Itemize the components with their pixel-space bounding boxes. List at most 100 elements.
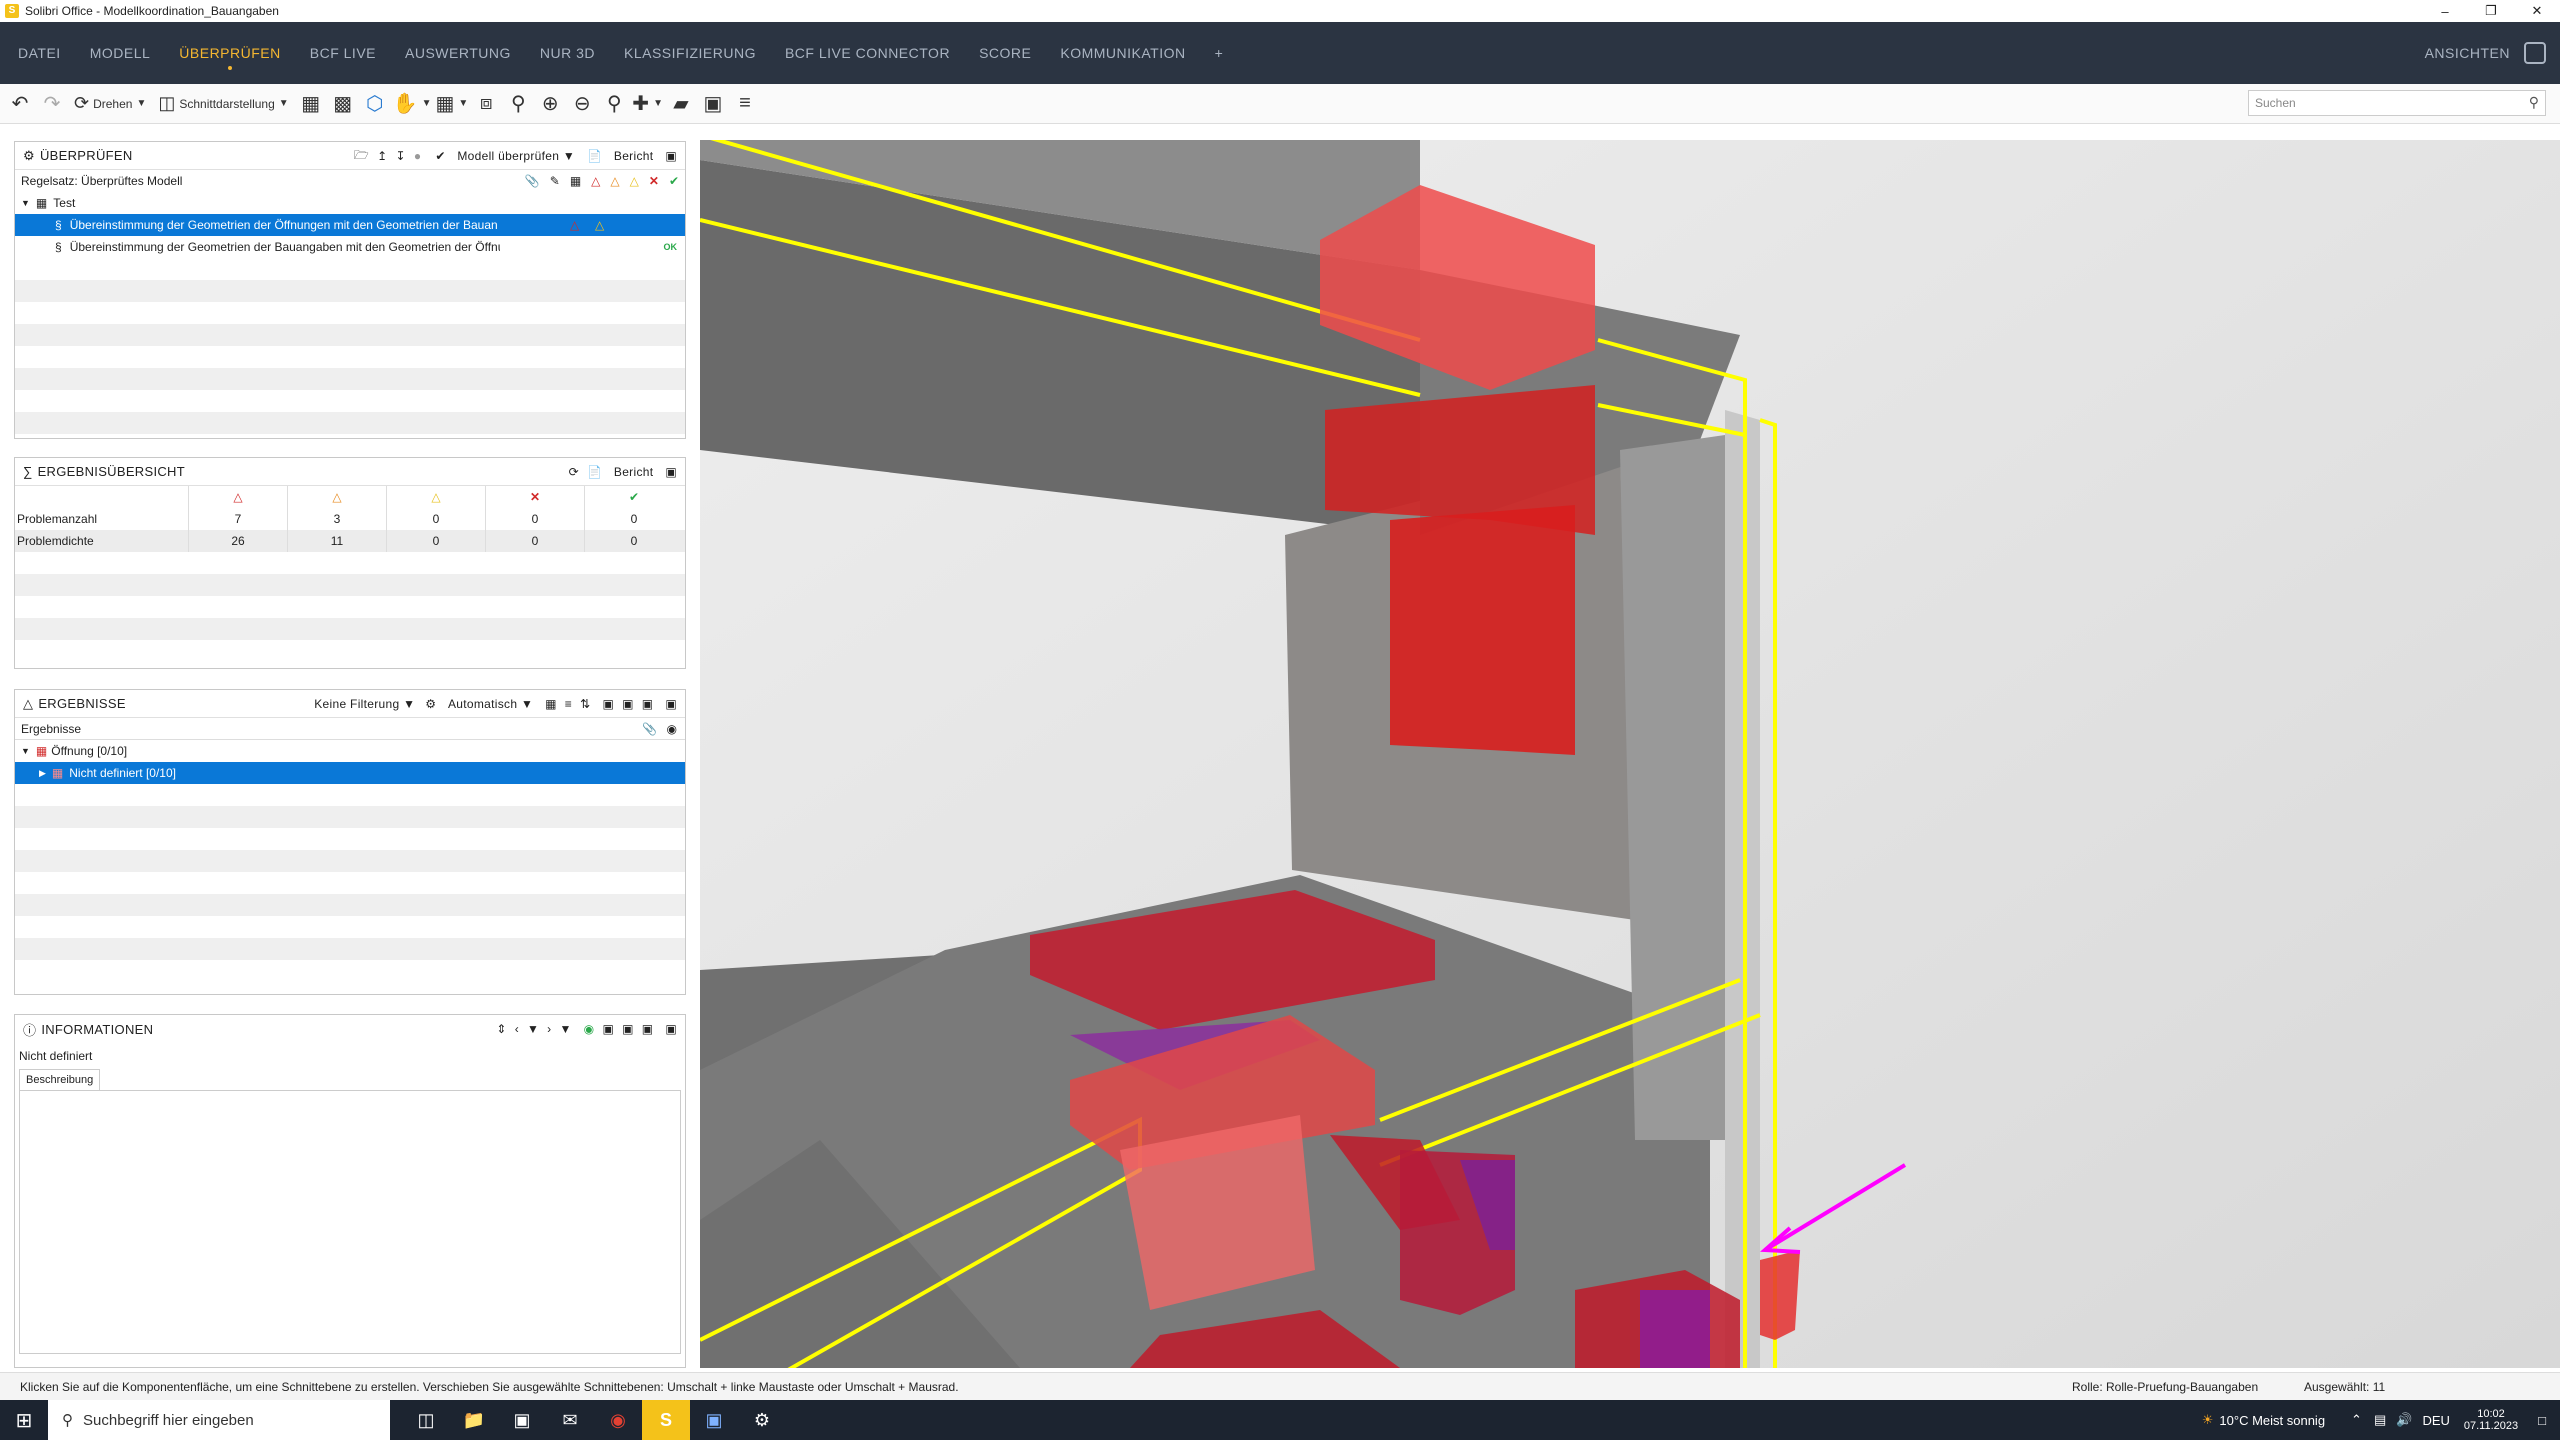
layers-icon[interactable]: ≡ bbox=[731, 90, 759, 118]
close-button[interactable]: ✕ bbox=[2514, 0, 2560, 22]
menu-modell[interactable]: MODELL bbox=[90, 22, 151, 84]
edit-icon[interactable]: ✎ bbox=[550, 174, 560, 188]
map-icon[interactable]: ▣ bbox=[699, 90, 727, 118]
sort-icon[interactable]: ⇕ bbox=[496, 1022, 506, 1036]
menu-score[interactable]: SCORE bbox=[979, 22, 1031, 84]
upload-icon[interactable]: ↥ bbox=[377, 149, 387, 163]
mail-icon[interactable]: ✉ bbox=[546, 1400, 594, 1440]
bookmark-icon[interactable]: ▦ ▼ bbox=[435, 90, 468, 118]
rotate-dropdown[interactable]: ⟳ Drehen ▼ bbox=[70, 90, 150, 118]
zoom-out-icon[interactable]: ⊖ bbox=[568, 90, 596, 118]
add-layout-button[interactable]: + bbox=[1215, 22, 1224, 84]
previous-icon[interactable]: ‹ bbox=[515, 1022, 519, 1036]
transparency-icon[interactable]: ▩ bbox=[329, 90, 357, 118]
menu-auswertung[interactable]: AUSWERTUNG bbox=[405, 22, 511, 84]
download-icon[interactable]: ↧ bbox=[395, 149, 405, 163]
mode-dropdown[interactable]: ⚙ Automatisch ▼ bbox=[425, 697, 533, 711]
dropdown-icon[interactable]: ▼ bbox=[559, 1022, 571, 1036]
menu-bcf-live[interactable]: BCF LIVE bbox=[310, 22, 376, 84]
menu-ansichten[interactable]: ANSICHTEN bbox=[2425, 45, 2510, 61]
slide-icon[interactable]: ▣ bbox=[642, 1022, 654, 1036]
rule-row[interactable]: § Übereinstimmung der Geometrien der Öff… bbox=[15, 214, 685, 236]
store-icon[interactable]: ▣ bbox=[498, 1400, 546, 1440]
report-button[interactable]: 📄 Bericht bbox=[587, 465, 653, 479]
visibility-icon[interactable]: ◉ bbox=[584, 1022, 595, 1036]
menu-nur-3d[interactable]: NUR 3D bbox=[540, 22, 595, 84]
menu-kommunikation[interactable]: KOMMUNIKATION bbox=[1060, 22, 1185, 84]
slide-icon[interactable]: ▣ bbox=[642, 697, 654, 711]
floor-plan-icon[interactable]: ▰ bbox=[667, 90, 695, 118]
box-icon[interactable]: ⬡ bbox=[361, 90, 389, 118]
minimize-button[interactable]: – bbox=[2422, 0, 2468, 22]
chrome-icon[interactable]: ◉ bbox=[594, 1400, 642, 1440]
tab-beschreibung[interactable]: Beschreibung bbox=[19, 1069, 101, 1090]
menu-datei[interactable]: DATEI bbox=[18, 22, 61, 84]
expand-icon[interactable]: ▼ bbox=[21, 198, 30, 208]
rule-row[interactable]: § Übereinstimmung der Geometrien der Bau… bbox=[15, 236, 685, 258]
list-icon[interactable]: ≡ bbox=[565, 697, 572, 711]
hand-tool-icon[interactable]: ✋ ▼ bbox=[393, 90, 432, 118]
weather-text[interactable]: 10°C Meist sonnig bbox=[2219, 1413, 2325, 1428]
filter-dropdown[interactable]: Keine Filterung ▼ bbox=[306, 697, 415, 711]
camera-icon[interactable]: ◉ bbox=[667, 722, 677, 736]
chevron-up-icon[interactable]: ⌃ bbox=[2351, 1412, 2362, 1428]
section-view-dropdown[interactable]: ◫ Schnittdarstellung ▼ bbox=[154, 90, 292, 118]
search-input[interactable]: Suchen ⚲ bbox=[2248, 90, 2546, 116]
expand-icon[interactable]: ▶ bbox=[39, 768, 46, 779]
dropdown-icon[interactable]: ▼ bbox=[527, 1022, 539, 1036]
result-item-row[interactable]: ▶ ▦ Nicht definiert [0/10] bbox=[15, 762, 685, 784]
volume-icon[interactable]: 🔊 bbox=[2396, 1412, 2412, 1428]
menu-klassifizierung[interactable]: KLASSIFIZIERUNG bbox=[624, 22, 756, 84]
slide-icon[interactable]: ▣ bbox=[602, 1022, 614, 1036]
app-icon[interactable]: ▣ bbox=[690, 1400, 738, 1440]
slide-icon[interactable]: ▣ bbox=[622, 1022, 634, 1036]
show-all-icon[interactable]: ▦ bbox=[297, 90, 325, 118]
result-group-row[interactable]: ▼ ▦ Öffnung [0/10] bbox=[15, 740, 685, 762]
slide-icon[interactable]: ▣ bbox=[622, 697, 634, 711]
tree-root-row[interactable]: ▼ ▦ Test bbox=[15, 192, 685, 214]
notification-icon[interactable]: □ bbox=[2538, 1413, 2546, 1428]
file-explorer-icon[interactable]: 📁 bbox=[450, 1400, 498, 1440]
language-indicator[interactable]: DEU bbox=[2422, 1413, 2449, 1428]
description-area[interactable] bbox=[19, 1090, 681, 1354]
column-edge[interactable] bbox=[1725, 410, 1760, 1368]
menu-ueberpruefen[interactable]: ÜBERPRÜFEN bbox=[179, 22, 280, 84]
opening-box-purple[interactable] bbox=[1640, 1290, 1710, 1368]
zoom-fit-icon[interactable]: ⚲ bbox=[600, 90, 628, 118]
app-icon[interactable]: ⚙ bbox=[738, 1400, 786, 1440]
redo-icon[interactable]: ↷ bbox=[38, 90, 66, 118]
perspective-icon[interactable]: ⧈ bbox=[472, 90, 500, 118]
network-icon[interactable]: ▤ bbox=[2374, 1412, 2386, 1428]
opening-box[interactable] bbox=[1760, 1250, 1800, 1340]
windows-start-icon[interactable]: ⊞ bbox=[0, 1400, 48, 1440]
opening-box[interactable] bbox=[1390, 505, 1575, 755]
paperclip-icon[interactable]: 📎 bbox=[642, 722, 657, 736]
3d-model-scene[interactable] bbox=[700, 140, 2560, 1368]
maximize-panel-icon[interactable]: ▣ bbox=[665, 1022, 677, 1036]
maximize-panel-icon[interactable]: ▣ bbox=[665, 149, 677, 163]
group-icon[interactable]: ▦ bbox=[545, 697, 557, 711]
menu-bcf-live-connector[interactable]: BCF LIVE CONNECTOR bbox=[785, 22, 950, 84]
sort-icon[interactable]: ⇅ bbox=[580, 697, 590, 711]
maximize-panel-icon[interactable]: ▣ bbox=[665, 465, 677, 479]
check-model-button[interactable]: ✔ Modell überprüfen ▼ bbox=[435, 149, 575, 163]
slide-icon[interactable]: ▣ bbox=[602, 697, 614, 711]
undo-icon[interactable]: ↶ bbox=[6, 90, 34, 118]
refresh-icon[interactable]: ⟳ bbox=[569, 465, 579, 479]
open-ruleset-icon[interactable]: 🗁 bbox=[354, 146, 369, 167]
maximize-panel-icon[interactable]: ▣ bbox=[665, 697, 677, 711]
taskbar-search-input[interactable]: ⚲ Suchbegriff hier eingeben bbox=[48, 1400, 390, 1440]
measure-icon[interactable]: ✚ ▼ bbox=[632, 90, 663, 118]
paperclip-icon[interactable]: 📎 bbox=[525, 174, 540, 188]
solibri-taskbar-icon[interactable]: S bbox=[642, 1400, 690, 1440]
maximize-button[interactable]: ❐ bbox=[2468, 0, 2514, 22]
account-icon[interactable] bbox=[2524, 42, 2546, 64]
stop-icon[interactable]: ● bbox=[414, 149, 422, 163]
zoom-in-icon[interactable]: ⊕ bbox=[536, 90, 564, 118]
expand-icon[interactable]: ▼ bbox=[21, 746, 30, 756]
zoom-selection-icon[interactable]: ⚲ bbox=[504, 90, 532, 118]
next-icon[interactable]: › bbox=[547, 1022, 551, 1036]
table-icon[interactable]: ▦ bbox=[570, 174, 581, 188]
clock[interactable]: 10:02 07.11.2023 bbox=[2464, 1408, 2518, 1432]
task-view-icon[interactable]: ◫ bbox=[402, 1400, 450, 1440]
